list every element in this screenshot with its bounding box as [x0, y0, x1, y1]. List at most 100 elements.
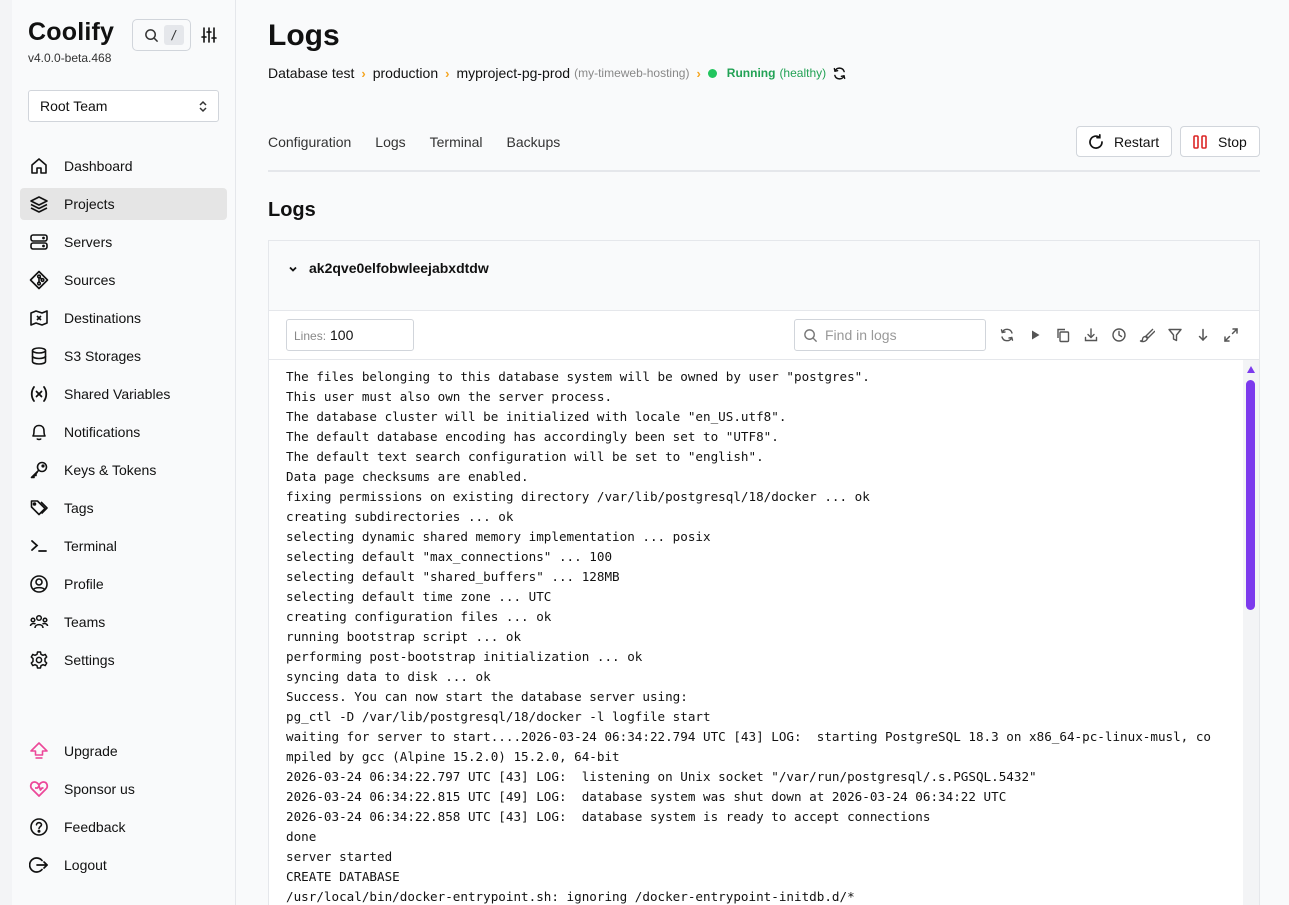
sidebar-item-feedback[interactable]: Feedback [20, 811, 227, 843]
search-icon [804, 329, 818, 343]
lines-input[interactable]: Lines: 100 [286, 319, 414, 351]
log-line: The default text search configuration wi… [286, 449, 764, 464]
fullscreen-icon[interactable] [1223, 327, 1239, 343]
sidebar-item-s3-storages[interactable]: S3 Storages [20, 340, 227, 372]
chevron-right-icon: › [361, 65, 366, 81]
log-line: The files belonging to this database sys… [286, 369, 870, 384]
sidebar-item-upgrade[interactable]: Upgrade [20, 735, 227, 767]
breadcrumb: Database test › production › myproject-p… [268, 64, 847, 82]
sidebar-item-notifications[interactable]: Notifications [20, 416, 227, 448]
tab-configuration[interactable]: Configuration [268, 134, 351, 150]
clock-icon[interactable] [1111, 327, 1127, 343]
refresh-status-icon[interactable] [832, 66, 847, 81]
tab-logs[interactable]: Logs [375, 134, 405, 150]
breadcrumb-resource[interactable]: myproject-pg-prod [456, 65, 570, 81]
sidebar-item-logout[interactable]: Logout [20, 849, 227, 881]
sidebar-item-label: Keys & Tokens [64, 462, 157, 478]
container-name[interactable]: ak2qve0elfobwleejabxdtdw [309, 260, 489, 276]
sidebar-item-dashboard[interactable]: Dashboard [20, 150, 227, 182]
sidebar-item-terminal[interactable]: Terminal [20, 530, 227, 562]
sidebar-item-tags[interactable]: Tags [20, 492, 227, 524]
home-icon [29, 156, 49, 176]
sidebar-item-shared-variables[interactable]: Shared Variables [20, 378, 227, 410]
stop-button[interactable]: Stop [1180, 126, 1260, 157]
sidebar-item-label: Terminal [64, 538, 117, 554]
tab-terminal[interactable]: Terminal [430, 134, 483, 150]
breadcrumb-project[interactable]: Database test [268, 65, 354, 81]
tabs-divider [268, 170, 1260, 172]
restart-icon [1089, 133, 1103, 149]
sidebar-item-keys-tokens[interactable]: Keys & Tokens [20, 454, 227, 486]
restart-button[interactable]: Restart [1076, 126, 1172, 157]
log-line: selecting default "shared_buffers" ... 1… [286, 569, 620, 584]
team-select-value: Root Team [40, 98, 108, 114]
log-panel: Lines: 100 Find in logs /usr/local/bin/d… [269, 310, 1259, 905]
global-search-button[interactable]: / [132, 19, 191, 51]
container-log-card: ak2qve0elfobwleejabxdtdw Lines: 100 Find… [268, 240, 1260, 905]
sidebar-item-servers[interactable]: Servers [20, 226, 227, 258]
sidebar: Coolify v4.0.0-beta.468 / Root Team Dash… [0, 0, 236, 905]
health-badge: (healthy) [779, 66, 827, 80]
log-line: performing post-bootstrap initialization… [286, 649, 643, 664]
page-title: Logs [268, 19, 340, 52]
refresh-logs-icon[interactable] [999, 327, 1015, 343]
log-line: 2026-03-24 06:34:22.858 UTC [43] LOG: da… [286, 809, 931, 824]
status-badge: Running [726, 66, 776, 80]
sidebar-item-projects[interactable]: Projects [20, 188, 227, 220]
scroll-up-arrow-icon[interactable] [1247, 366, 1255, 373]
log-line: Success. You can now start the database … [286, 689, 688, 704]
find-in-logs-input[interactable]: Find in logs [794, 319, 986, 351]
stop-label: Stop [1218, 134, 1247, 150]
highlight-brush-icon[interactable] [1139, 327, 1155, 343]
stop-icon [1193, 135, 1207, 149]
logout-icon [29, 855, 49, 875]
filter-icon[interactable] [1167, 327, 1183, 343]
sidebar-item-label: Settings [64, 652, 115, 668]
sidebar-item-settings[interactable]: Settings [20, 644, 227, 676]
log-output[interactable]: /usr/local/bin/docker-entrypoint.sh: ign… [269, 360, 1259, 905]
scroll-to-bottom-icon[interactable] [1195, 327, 1211, 343]
tag-icon [29, 498, 49, 518]
chevron-up-down-icon [199, 100, 207, 113]
play-stream-icon[interactable] [1027, 327, 1043, 343]
bell-icon [29, 422, 49, 442]
chevron-down-icon[interactable] [287, 263, 299, 275]
app-logo[interactable]: Coolify [28, 18, 114, 47]
team-select[interactable]: Root Team [28, 90, 219, 122]
key-icon [29, 460, 49, 480]
sidebar-item-sponsor[interactable]: Sponsor us [20, 773, 227, 805]
database-icon [29, 346, 49, 366]
find-placeholder: Find in logs [825, 327, 897, 343]
sidebar-item-label: Shared Variables [64, 386, 171, 402]
user-circle-icon [29, 574, 49, 594]
log-line: creating subdirectories ... ok [286, 509, 514, 524]
log-line: Data page checksums are enabled. [286, 469, 529, 484]
sidebar-item-label: Sources [64, 272, 116, 288]
log-line: running bootstrap script ... ok [286, 629, 522, 644]
log-line: selecting default "max_connections" ... … [286, 549, 613, 564]
log-line: creating configuration files ... ok [286, 609, 552, 624]
help-circle-icon [29, 817, 49, 837]
log-line: selecting dynamic shared memory implemen… [286, 529, 711, 544]
sidebar-item-sources[interactable]: Sources [20, 264, 227, 296]
sidebar-item-teams[interactable]: Teams [20, 606, 227, 638]
log-line: This user must also own the server proce… [286, 389, 613, 404]
copy-icon[interactable] [1055, 327, 1071, 343]
breadcrumb-server: (my-timeweb-hosting) [574, 66, 690, 80]
gear-icon [29, 650, 49, 670]
sidebar-item-label: Projects [64, 196, 115, 212]
app-version: v4.0.0-beta.468 [28, 51, 112, 65]
sidebar-item-label: Servers [64, 234, 113, 250]
destination-icon [29, 308, 49, 328]
sidebar-item-label: Profile [64, 576, 104, 592]
sidebar-item-profile[interactable]: Profile [20, 568, 227, 600]
tab-backups[interactable]: Backups [507, 134, 561, 150]
terminal-icon [29, 536, 49, 556]
sidebar-item-label: Logout [64, 857, 107, 873]
breadcrumb-environment[interactable]: production [373, 65, 438, 81]
download-icon[interactable] [1083, 327, 1099, 343]
sliders-icon[interactable] [200, 26, 218, 44]
log-scrollbar-thumb[interactable] [1246, 380, 1255, 610]
sidebar-item-destinations[interactable]: Destinations [20, 302, 227, 334]
log-line: /usr/local/bin/docker-entrypoint.sh: ign… [286, 889, 855, 904]
